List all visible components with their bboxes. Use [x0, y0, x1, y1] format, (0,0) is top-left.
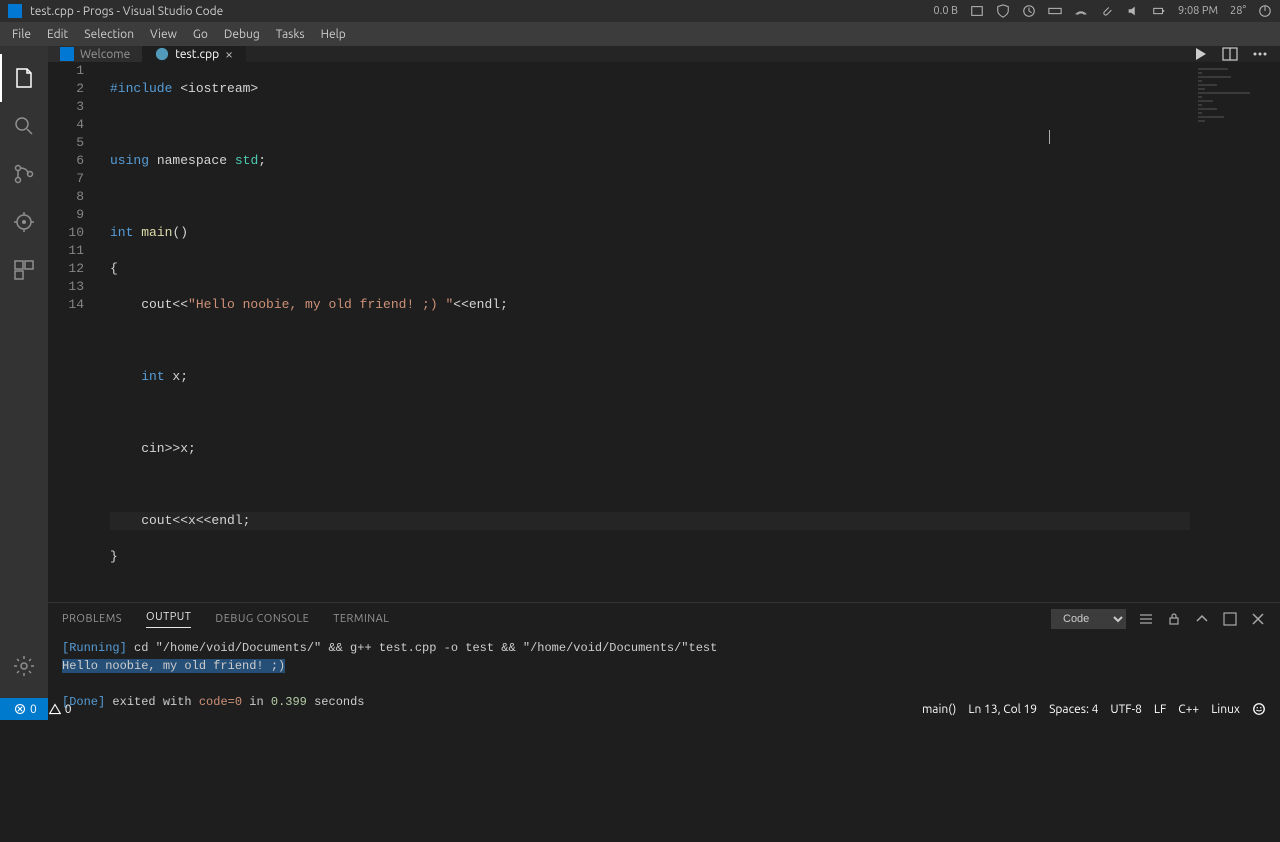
cpp-file-icon — [155, 47, 169, 61]
code-editor[interactable]: 1234567891011121314 #include <iostream> … — [48, 62, 1280, 602]
tab-welcome-label: Welcome — [80, 48, 130, 61]
clip-icon[interactable] — [1100, 4, 1114, 18]
settings-icon[interactable] — [0, 642, 48, 690]
search-icon[interactable] — [0, 102, 48, 150]
panel-tab-terminal[interactable]: TERMINAL — [333, 613, 389, 625]
lock-scroll-icon[interactable] — [1166, 611, 1182, 627]
vscode-icon — [8, 4, 22, 18]
volume-icon[interactable] — [1126, 4, 1140, 18]
tab-bar: Welcome test.cpp × — [48, 46, 1280, 62]
close-panel-icon[interactable] — [1250, 611, 1266, 627]
panel-tab-output[interactable]: OUTPUT — [146, 611, 191, 628]
status-feedback-icon[interactable] — [1246, 702, 1272, 716]
vscode-tab-icon — [60, 47, 74, 61]
menu-selection[interactable]: Selection — [76, 28, 142, 41]
menubar: File Edit Selection View Go Debug Tasks … — [0, 22, 1280, 46]
shield-icon[interactable] — [996, 4, 1010, 18]
power-icon[interactable] — [1258, 4, 1272, 18]
tab-test-cpp[interactable]: test.cpp × — [143, 46, 246, 62]
status-language[interactable]: C++ — [1172, 702, 1205, 716]
disk-icon[interactable] — [970, 4, 984, 18]
system-tray: 0.0 B 9:08 PM 28° — [933, 4, 1272, 18]
more-icon[interactable] — [1252, 46, 1268, 62]
network-icon[interactable] — [1074, 4, 1088, 18]
status-warnings[interactable]: 0 — [43, 703, 78, 716]
extensions-icon[interactable] — [0, 246, 48, 294]
status-os[interactable]: Linux — [1205, 702, 1246, 716]
text-cursor — [1049, 130, 1050, 144]
chevron-up-icon[interactable] — [1194, 611, 1210, 627]
panel: PROBLEMS OUTPUT DEBUG CONSOLE TERMINAL C… — [48, 602, 1280, 842]
source-control-icon[interactable] — [0, 150, 48, 198]
menu-help[interactable]: Help — [313, 28, 354, 41]
panel-tab-problems[interactable]: PROBLEMS — [62, 613, 122, 625]
menu-go[interactable]: Go — [185, 28, 216, 41]
clock[interactable]: 9:08 PM — [1178, 5, 1218, 17]
battery-icon[interactable] — [1152, 4, 1166, 18]
panel-tabs: PROBLEMS OUTPUT DEBUG CONSOLE TERMINAL C… — [48, 603, 1280, 635]
updates-icon[interactable] — [1022, 4, 1036, 18]
tab-test-cpp-label: test.cpp — [175, 48, 219, 61]
temperature[interactable]: 28° — [1230, 5, 1246, 17]
tab-welcome[interactable]: Welcome — [48, 46, 143, 62]
status-cursor-pos[interactable]: Ln 13, Col 19 — [962, 702, 1043, 716]
panel-actions: Code — [1051, 609, 1266, 629]
code-content[interactable]: #include <iostream> using namespace std;… — [98, 62, 1280, 602]
maximize-panel-icon[interactable] — [1222, 611, 1238, 627]
minimap[interactable] — [1190, 62, 1280, 602]
window-title: test.cpp - Progs - Visual Studio Code — [30, 5, 223, 18]
editor-actions — [1192, 46, 1280, 62]
menu-tasks[interactable]: Tasks — [268, 28, 313, 41]
output-body[interactable]: [Running] cd "/home/void/Documents/" && … — [48, 635, 1280, 842]
run-icon[interactable] — [1192, 46, 1208, 62]
menu-view[interactable]: View — [142, 28, 185, 41]
status-eol[interactable]: LF — [1148, 702, 1172, 716]
close-icon[interactable]: × — [225, 46, 233, 62]
main: Welcome test.cpp × — [0, 46, 1280, 698]
panel-tab-debug-console[interactable]: DEBUG CONSOLE — [215, 613, 309, 625]
activity-bar — [0, 46, 48, 698]
editor-area: Welcome test.cpp × — [48, 46, 1280, 698]
status-encoding[interactable]: UTF-8 — [1104, 702, 1147, 716]
status-indent[interactable]: Spaces: 4 — [1043, 702, 1104, 716]
status-scope[interactable]: main() — [916, 702, 962, 716]
menu-file[interactable]: File — [4, 28, 39, 41]
network-speed: 0.0 B — [933, 5, 958, 17]
menu-edit[interactable]: Edit — [39, 28, 76, 41]
debug-icon[interactable] — [0, 198, 48, 246]
explorer-icon[interactable] — [0, 54, 48, 102]
split-editor-icon[interactable] — [1222, 46, 1238, 62]
output-channel-select[interactable]: Code — [1051, 609, 1126, 629]
keyboard-icon[interactable] — [1048, 4, 1062, 18]
editor-split: 1234567891011121314 #include <iostream> … — [48, 62, 1280, 842]
clear-output-icon[interactable] — [1138, 611, 1154, 627]
status-errors[interactable]: 0 — [8, 703, 43, 716]
titlebar: test.cpp - Progs - Visual Studio Code 0.… — [0, 0, 1280, 22]
menu-debug[interactable]: Debug — [216, 28, 268, 41]
line-gutter: 1234567891011121314 — [48, 62, 98, 602]
